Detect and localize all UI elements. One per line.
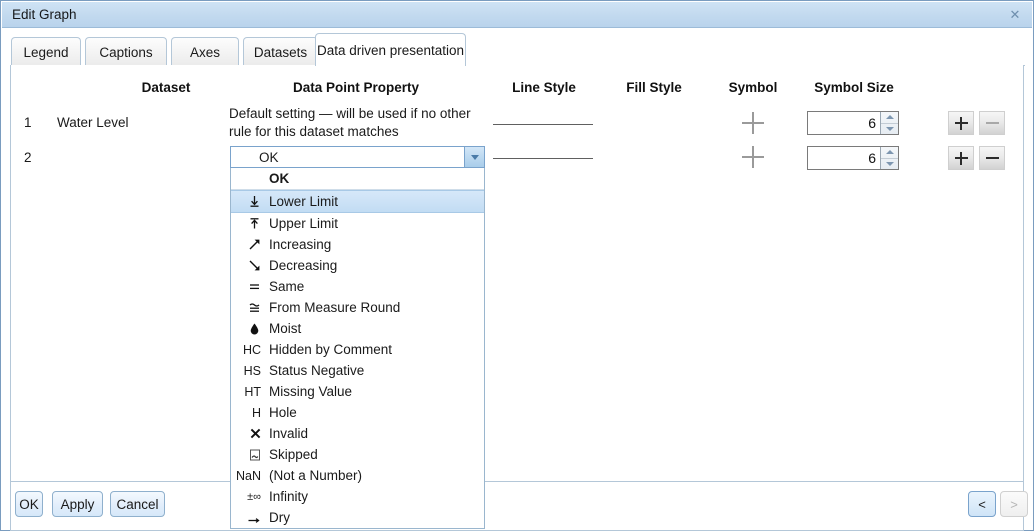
chevron-down-icon[interactable]	[464, 147, 484, 167]
table-row: 1	[24, 115, 32, 130]
ht-icon: HT	[244, 384, 261, 399]
symbol-size-stepper-row1[interactable]	[807, 111, 899, 135]
hc-icon: HC	[242, 342, 261, 357]
tab-datasets[interactable]: Datasets	[243, 37, 318, 66]
dropdown-item-not-a-number[interactable]: NaN (Not a Number)	[231, 465, 484, 486]
spinner-down-icon-row2[interactable]	[881, 159, 898, 170]
line-style-preview-row1[interactable]	[493, 124, 593, 125]
dropdown-item-label: Infinity	[269, 489, 309, 504]
dropdown-item-status-negative[interactable]: HS Status Negative	[231, 360, 484, 381]
apply-button[interactable]: Apply	[52, 491, 103, 517]
dropdown-item-label: Missing Value	[269, 384, 353, 399]
dropdown-item-missing-value[interactable]: HT Missing Value	[231, 381, 484, 402]
symbol-size-spin-buttons-row1[interactable]	[880, 112, 898, 134]
dropdown-item-invalid[interactable]: Invalid	[231, 423, 484, 444]
dropdown-item-label: OK	[269, 171, 290, 186]
dropdown-item-label: Lower Limit	[269, 194, 339, 209]
tab-strip: Legend Captions Axes Datasets Data drive…	[2, 28, 1033, 66]
increasing-icon	[231, 238, 269, 251]
decreasing-icon	[231, 259, 269, 272]
moist-icon	[231, 322, 269, 335]
line-style-preview-row2[interactable]	[493, 158, 593, 159]
from-measure-icon	[231, 301, 269, 314]
tab-legend[interactable]: Legend	[11, 37, 81, 66]
tab-axes[interactable]: Axes	[171, 37, 239, 66]
remove-rule-button-row1[interactable]	[979, 111, 1005, 135]
data-point-property-dropdown[interactable]: OK Lower Limit Upper Limit Increasing Decrea…	[230, 168, 485, 529]
dropdown-item-label: Hole	[269, 405, 297, 420]
dropdown-item-upper-limit[interactable]: Upper Limit	[231, 213, 484, 234]
symbol-size-spin-buttons-row2[interactable]	[880, 147, 898, 169]
symbol-size-input-row1[interactable]	[808, 112, 880, 134]
column-header-data-point-property: Data Point Property	[292, 80, 420, 95]
tab-data-driven-presentation[interactable]: Data driven presentation	[315, 33, 466, 66]
dropdown-item-same[interactable]: Same	[231, 276, 484, 297]
upper-limit-icon	[231, 217, 269, 230]
ok-button[interactable]: OK	[15, 491, 43, 517]
column-header-fill-style: Fill Style	[626, 80, 682, 95]
spinner-up-icon-row1[interactable]	[881, 112, 898, 124]
dropdown-item-label: Invalid	[269, 426, 309, 441]
dropdown-item-label: Skipped	[269, 447, 318, 462]
lower-limit-icon	[231, 195, 269, 208]
dropdown-item-hidden-by-comment[interactable]: HC Hidden by Comment	[231, 339, 484, 360]
dry-icon	[231, 511, 269, 524]
dropdown-item-label: Upper Limit	[269, 216, 339, 231]
dropdown-item-label: Dry	[269, 510, 290, 525]
dropdown-item-label: Status Negative	[269, 363, 365, 378]
add-rule-button-row2[interactable]	[948, 146, 974, 170]
dropdown-item-label: Hidden by Comment	[269, 342, 393, 357]
dropdown-item-moist[interactable]: Moist	[231, 318, 484, 339]
table-row: 2	[24, 150, 32, 165]
nan-icon: NaN	[235, 468, 261, 483]
dropdown-item-skipped[interactable]: Skipped	[231, 444, 484, 465]
symbol-preview-row2[interactable]	[742, 146, 764, 168]
h-icon: H	[251, 405, 261, 420]
remove-rule-button-row2[interactable]	[979, 146, 1005, 170]
spinner-up-icon-row2[interactable]	[881, 147, 898, 159]
hs-icon: HS	[243, 363, 261, 378]
dropdown-item-dry[interactable]: Dry	[231, 507, 484, 528]
close-icon[interactable]: ✕	[1006, 5, 1024, 23]
next-page-button[interactable]: >	[1000, 491, 1028, 517]
symbol-size-input-row2[interactable]	[808, 147, 880, 169]
symbol-size-stepper-row2[interactable]	[807, 146, 899, 170]
dataset-name-row1: Water Level	[57, 115, 129, 130]
dropdown-item-label: Decreasing	[269, 258, 338, 273]
tab-captions[interactable]: Captions	[85, 37, 167, 66]
cancel-button[interactable]: Cancel	[110, 491, 165, 517]
dropdown-item-lower-limit[interactable]: Lower Limit	[231, 190, 484, 213]
dropdown-item-hole[interactable]: H Hole	[231, 402, 484, 423]
column-header-dataset: Dataset	[141, 80, 191, 95]
previous-page-button[interactable]: <	[968, 491, 996, 517]
dropdown-item-ok[interactable]: OK	[231, 168, 484, 190]
column-header-line-style: Line Style	[512, 80, 576, 95]
symbol-preview-row1[interactable]	[742, 112, 764, 134]
same-icon	[231, 280, 269, 293]
combobox-selected-value: OK	[259, 149, 279, 165]
dropdown-item-label: Increasing	[269, 237, 332, 252]
dropdown-item-label: Moist	[269, 321, 302, 336]
add-rule-button-row1[interactable]	[948, 111, 974, 135]
invalid-icon	[231, 428, 269, 439]
infinity-icon: ±∞	[247, 490, 261, 503]
dropdown-item-infinity[interactable]: ±∞ Infinity	[231, 486, 484, 507]
dropdown-item-from-measure-round[interactable]: From Measure Round	[231, 297, 484, 318]
default-setting-note: Default setting — will be used if no oth…	[229, 106, 471, 139]
column-header-symbol-size: Symbol Size	[814, 80, 894, 95]
spinner-down-icon-row1[interactable]	[881, 124, 898, 135]
column-header-symbol: Symbol	[728, 80, 778, 95]
window-title: Edit Graph	[12, 7, 77, 22]
title-bar: Edit Graph ✕	[2, 2, 1032, 28]
edit-graph-dialog: Edit Graph ✕ Legend Captions Axes Datase…	[0, 0, 1034, 531]
dropdown-item-decreasing[interactable]: Decreasing	[231, 255, 484, 276]
data-point-property-combobox[interactable]: OK	[230, 146, 485, 168]
dropdown-item-increasing[interactable]: Increasing	[231, 234, 484, 255]
dropdown-item-label: (Not a Number)	[269, 468, 363, 483]
dropdown-item-label: From Measure Round	[269, 300, 401, 315]
dropdown-item-label: Same	[269, 279, 305, 294]
skipped-icon	[231, 449, 269, 461]
